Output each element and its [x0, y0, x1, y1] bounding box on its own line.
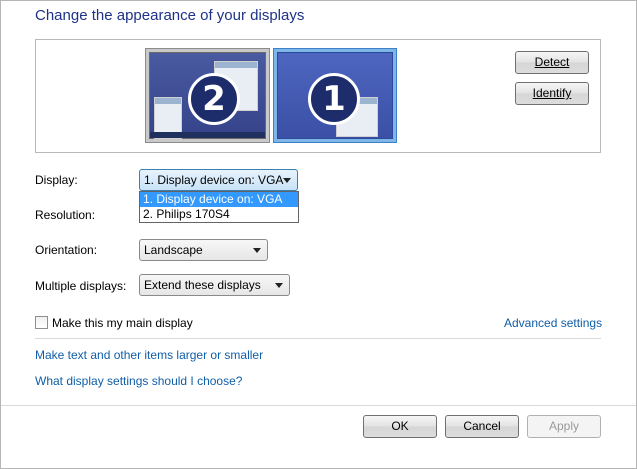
advanced-settings-link[interactable]: Advanced settings: [504, 316, 602, 330]
orientation-label: Orientation:: [35, 243, 98, 257]
monitor-1[interactable]: 1: [273, 48, 397, 143]
main-display-checkbox[interactable]: [35, 316, 48, 329]
monitor-1-screen: 1: [277, 52, 393, 139]
divider: [35, 338, 601, 339]
orientation-select-value: Landscape: [144, 243, 203, 257]
display-label: Display:: [35, 173, 78, 187]
display-select-value: 1. Display device on: VGA: [144, 173, 284, 187]
footer-divider: [1, 405, 636, 406]
multiple-displays-select[interactable]: Extend these displays: [139, 274, 290, 296]
multiple-displays-select-value: Extend these displays: [144, 278, 261, 292]
taskbar: [150, 132, 265, 138]
multiple-displays-label: Multiple displays:: [35, 279, 127, 293]
monitor-number-1: 1: [308, 73, 360, 125]
chevron-down-icon: [253, 248, 261, 253]
apply-button[interactable]: Apply: [527, 415, 601, 438]
ok-button[interactable]: OK: [363, 415, 437, 438]
chevron-down-icon: [283, 178, 291, 183]
orientation-select[interactable]: Landscape: [139, 239, 268, 261]
monitor-number-2: 2: [188, 73, 240, 125]
identify-label: Identify: [532, 86, 572, 100]
chevron-down-icon: [275, 283, 283, 288]
detect-button[interactable]: Detect: [515, 51, 589, 74]
resolution-label: Resolution:: [35, 208, 96, 222]
detect-label: Detect: [534, 55, 570, 69]
cancel-button[interactable]: Cancel: [445, 415, 519, 438]
display-select[interactable]: 1. Display device on: VGA: [139, 169, 298, 191]
display-option-2[interactable]: 2. Philips 170S4: [140, 207, 298, 222]
monitor-2[interactable]: 2: [145, 48, 270, 143]
display-option-1[interactable]: 1. Display device on: VGA: [140, 192, 298, 207]
main-display-label: Make this my main display: [52, 316, 193, 330]
monitor-2-screen: 2: [149, 52, 266, 139]
help-link[interactable]: What display settings should I choose?: [35, 374, 242, 388]
page-title: Change the appearance of your displays: [35, 7, 305, 24]
identify-button[interactable]: Identify: [515, 82, 589, 105]
text-size-link[interactable]: Make text and other items larger or smal…: [35, 348, 263, 362]
display-dropdown-list: 1. Display device on: VGA 2. Philips 170…: [139, 191, 299, 223]
